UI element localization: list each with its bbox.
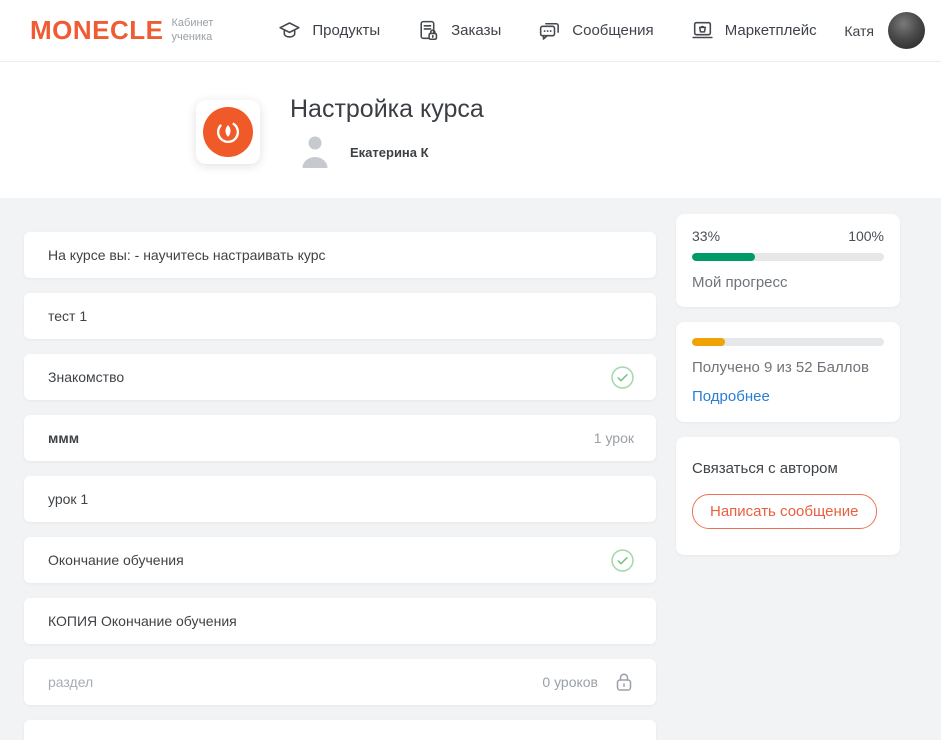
sidebar: 33% 100% Мой прогресс Получено 9 из 52 Б… [676, 214, 900, 570]
lesson-row[interactable]: ммм 1 урок [24, 415, 656, 461]
lesson-row[interactable]: На курсе вы: - научитесь настраивать кур… [24, 232, 656, 278]
course-logo-icon [203, 107, 253, 157]
progress-current: 33% [692, 228, 720, 244]
progress-caption: Мой прогресс [692, 274, 884, 291]
top-navbar: MONECLE Кабинет ученика Продукты [0, 0, 941, 62]
lesson-label: На курсе вы: - научитесь настраивать кур… [48, 247, 326, 263]
nav-label: Маркетплейс [725, 22, 817, 39]
contact-author-card: Связаться с автором Написать сообщение [676, 437, 900, 555]
nav-label: Сообщения [572, 22, 653, 39]
orders-icon [416, 18, 441, 43]
lesson-label: Окончание обучения [48, 552, 184, 568]
nav-item-orders[interactable]: Заказы [416, 18, 501, 43]
points-caption: Получено 9 из 52 Баллов [692, 359, 884, 376]
messages-icon [537, 18, 562, 43]
lesson-meta: 1 урок [594, 430, 634, 446]
lesson-row[interactable]: КОПИЯ Окончание обучения [24, 598, 656, 644]
points-bar-track [692, 338, 884, 346]
lesson-label: КОПИЯ Окончание обучения [48, 613, 237, 629]
points-bar-fill [692, 338, 725, 346]
marketplace-icon [690, 18, 715, 43]
progress-bar-track [692, 253, 884, 261]
main-nav: Продукты Заказы [277, 18, 816, 43]
lesson-row[interactable]: раздел 0 уроков [24, 659, 656, 705]
user-avatar[interactable] [888, 12, 925, 49]
completed-check-icon [611, 549, 634, 572]
lesson-meta: 0 уроков [542, 674, 598, 690]
page: MONECLE Кабинет ученика Продукты [0, 0, 941, 740]
lesson-label: Знакомство [48, 369, 124, 385]
completed-check-icon [611, 366, 634, 389]
nav-item-products[interactable]: Продукты [277, 18, 380, 43]
nav-item-marketplace[interactable]: Маркетплейс [690, 18, 817, 43]
lesson-row[interactable]: Знакомство [24, 354, 656, 400]
lesson-list: На курсе вы: - научитесь настраивать кур… [24, 232, 656, 740]
nav-label: Продукты [312, 22, 380, 39]
page-title: Настройка курса [290, 95, 484, 124]
nav-item-messages[interactable]: Сообщения [537, 18, 653, 43]
logo-subtitle: Кабинет ученика [172, 17, 214, 45]
author-avatar-icon [297, 133, 333, 171]
progress-card: 33% 100% Мой прогресс [676, 214, 900, 307]
lesson-label: ммм [48, 430, 79, 446]
logo-wordmark: MONECLE [30, 15, 164, 46]
points-card: Получено 9 из 52 Баллов Подробнее [676, 322, 900, 422]
progress-bar-fill [692, 253, 755, 261]
points-details-link[interactable]: Подробнее [692, 388, 770, 405]
lesson-row[interactable]: тест 1 [24, 293, 656, 339]
course-author[interactable]: Екатерина К [297, 133, 429, 171]
lesson-label: тест 1 [48, 308, 87, 324]
graduation-cap-icon [277, 18, 302, 43]
author-name: Екатерина К [350, 145, 429, 160]
course-header: Настройка курса Екатерина К [0, 62, 941, 198]
lock-icon [614, 671, 634, 693]
lesson-row[interactable]: урок 1 [24, 476, 656, 522]
logo[interactable]: MONECLE Кабинет ученика [30, 15, 213, 46]
course-logo-card [196, 100, 260, 164]
lesson-label: урок 1 [48, 491, 88, 507]
lesson-label: раздел [48, 674, 93, 690]
user-menu[interactable]: Катя [844, 12, 925, 49]
contact-title: Связаться с автором [692, 460, 884, 477]
progress-max: 100% [848, 228, 884, 244]
write-message-button[interactable]: Написать сообщение [692, 494, 877, 529]
lesson-row[interactable]: Окончание обучения [24, 537, 656, 583]
lesson-row[interactable] [24, 720, 656, 740]
nav-label: Заказы [451, 22, 501, 39]
user-name: Катя [844, 23, 874, 39]
